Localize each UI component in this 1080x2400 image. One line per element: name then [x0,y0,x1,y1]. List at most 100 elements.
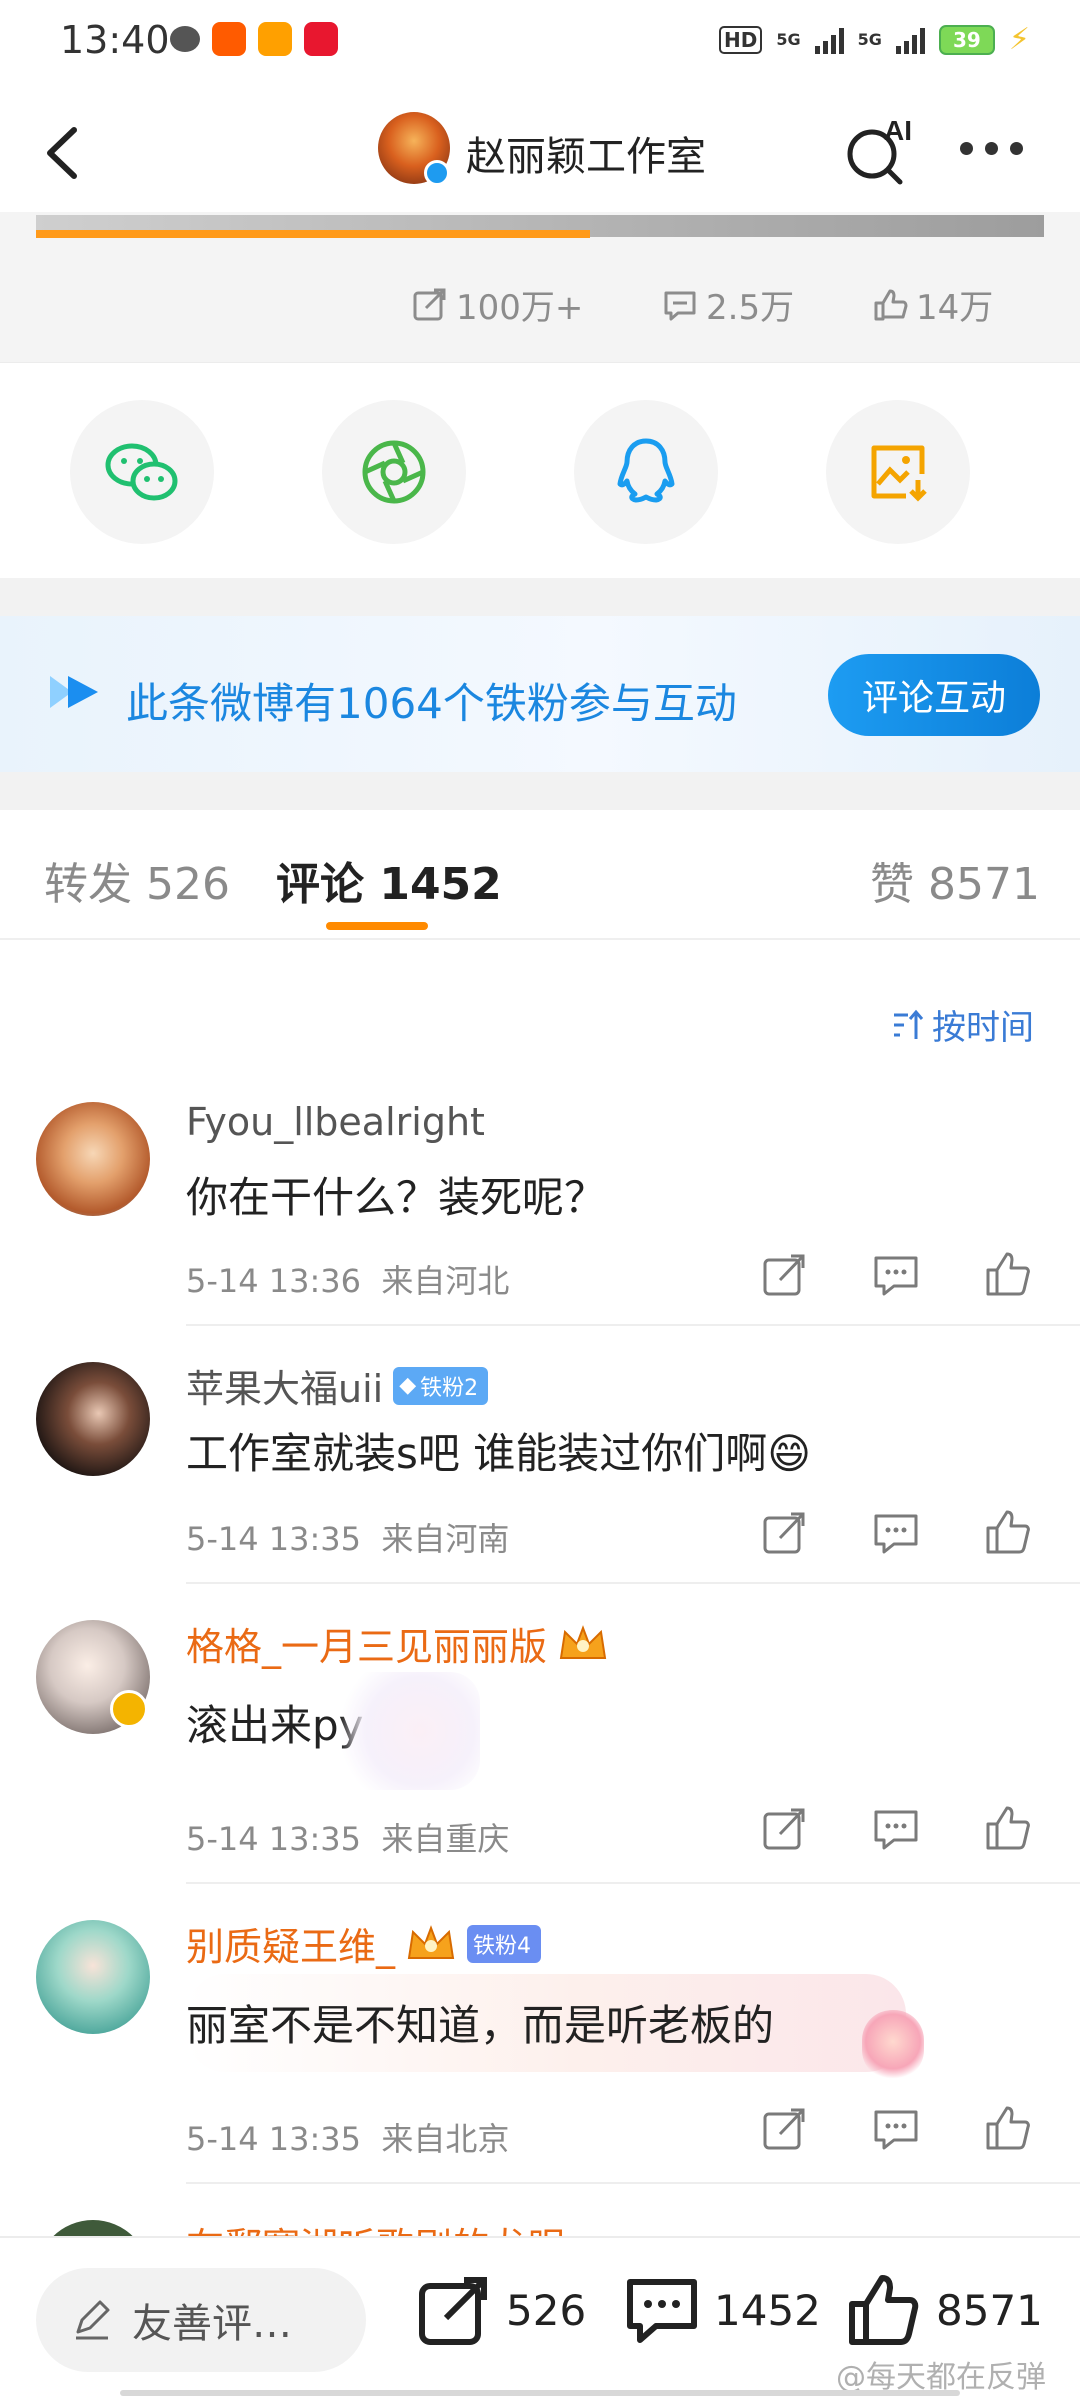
comment-like-icon[interactable] [984,2104,1032,2152]
fan-banner-icon [50,676,98,708]
comment-meta: 5-14 13:36 来自河北 [186,1256,509,1302]
vip-badge-icon [110,1690,148,1728]
charging-icon: ⚡ [1008,22,1030,57]
fan-badge-label: 铁粉4 [473,1933,532,1959]
ai-search-icon[interactable]: AI [840,110,920,190]
comment-time: 5-14 13:35 [186,2120,362,2158]
comment-icon [627,2279,697,2343]
commenter-name[interactable]: 格格_一月三见丽丽版 [186,1616,609,1671]
commenter-name-text: 格格_一月三见丽丽版 [186,1625,548,1669]
crown-icon [407,1924,455,1959]
status-notification-icons [170,22,338,56]
share-wechat-button[interactable] [70,400,214,544]
shop-app-notification-icon [304,22,338,56]
comment-icon [664,291,696,320]
share-moments-button[interactable] [322,400,466,544]
comment-count: 2.5万 [706,288,795,328]
share-qq-button[interactable] [574,400,718,544]
bottom-like-button[interactable]: 8571 [846,2272,1043,2348]
wechat-notification-icon [170,26,200,52]
comment-divider [186,1324,1080,1326]
comment-repost-icon[interactable] [760,1250,808,1298]
home-indicator [120,2390,960,2396]
crown-icon [559,1624,607,1659]
tab-comments-count: 1452 [379,859,502,910]
comment-reply-icon[interactable] [872,2104,920,2152]
active-tab-indicator [326,922,428,930]
comment-location: 来自河南 [381,1520,510,1558]
comment-location: 来自河北 [381,1262,510,1300]
diamond-icon: ◆ [399,1373,417,1398]
sticker-image [330,1672,480,1790]
tabs-divider [0,938,1080,940]
video-app-notification-icon [258,22,292,56]
signal-icon-2 [895,26,925,54]
comment-like-icon[interactable] [984,1250,1032,1298]
sort-label: 按时间 [932,1008,1034,1048]
comment-divider [186,1582,1080,1584]
bottom-comment-button[interactable]: 1452 [624,2272,821,2348]
commenter-name[interactable]: 别质疑王维_ 铁粉4 [186,1916,542,1971]
comment-text: 你在干什么？装死呢？ [186,1173,607,1222]
tab-comments[interactable]: 评论 1452 [276,848,502,912]
taobao-notification-icon [212,22,246,56]
save-image-icon [871,445,927,502]
comment-input[interactable]: 友善评… [36,2268,366,2372]
comment-repost-icon[interactable] [760,2104,808,2152]
comment-text: 丽室不是不知道，而是听老板的 [186,2001,775,2050]
comment-time: 5-14 13:35 [186,1520,362,1558]
fan-banner-text: 此条微博有1064个铁粉参与互动 [126,679,737,728]
sort-by-time-button[interactable]: 按时间 [890,1000,1034,1049]
comment-meta: 5-14 13:35 来自河南 [186,1514,509,1560]
comment-repost-icon[interactable] [760,1804,808,1852]
tab-repost[interactable]: 转发 526 [44,848,230,912]
back-icon[interactable] [38,118,88,188]
comment-like-icon[interactable] [984,1804,1032,1852]
commenter-name[interactable]: 苹果大福uii ◆ 铁粉2 [186,1358,489,1413]
verified-badge-icon [424,160,450,186]
comment-reply-icon[interactable] [872,1508,920,1556]
hd-indicator: HD [719,25,763,54]
comment-repost-icon[interactable] [760,1508,808,1556]
status-indicators: HD 5G 5G 39 ⚡ [719,22,1030,57]
bottom-like-count: 8571 [936,2285,1043,2335]
tab-likes-count: 8571 [928,859,1040,910]
comment-input-placeholder: 友善评… [132,2301,292,2347]
repost-icon [413,288,446,320]
bottom-comment-count: 1452 [714,2285,821,2335]
status-time: 13:40 [60,18,170,62]
comment-divider [186,2182,1080,2184]
moments-icon [362,440,426,504]
laughing-emoji: 😄 [767,1429,812,1478]
tab-likes[interactable]: 赞 8571 [870,848,1040,912]
comment-reply-icon[interactable] [872,1250,920,1298]
comment-location: 来自重庆 [381,1820,510,1858]
commenter-name-text: 苹果大福uii [186,1367,384,1411]
repost-icon [419,2277,487,2345]
commenter-avatar[interactable] [36,1920,150,2034]
bottom-repost-button[interactable]: 526 [416,2272,586,2348]
like-count: 14万 [916,288,994,328]
commenter-avatar[interactable] [36,1362,150,1476]
tab-comments-label: 评论 [276,859,364,910]
comment-like-icon[interactable] [984,1508,1032,1556]
comment-stat[interactable]: 2.5万 [662,280,794,329]
like-stat[interactable]: 14万 [872,280,993,329]
tab-repost-count: 526 [146,859,230,910]
comment-interact-button[interactable]: 评论互动 [828,654,1040,736]
more-icon[interactable] [960,128,1030,168]
sort-icon [894,1009,924,1039]
commenter-name[interactable]: Fyou_llbealright [186,1100,485,1144]
comment-text: 工作室就装s吧 谁能装过你们啊😄 [186,1420,811,1481]
tab-repost-label: 转发 [44,859,132,910]
repost-stat[interactable]: 100万+ [412,280,583,329]
comment-reply-icon[interactable] [872,1804,920,1852]
commenter-name-text: 别质疑王维_ [186,1925,396,1969]
comment-divider [186,1882,1080,1884]
sticker-image [862,2010,924,2080]
comment-text-body: 工作室就装s吧 谁能装过你们啊 [186,1429,768,1478]
tab-likes-label: 赞 [870,859,914,910]
commenter-avatar[interactable] [36,1102,150,1216]
account-name[interactable]: 赵丽颖工作室 [466,124,706,182]
save-image-button[interactable] [826,400,970,544]
